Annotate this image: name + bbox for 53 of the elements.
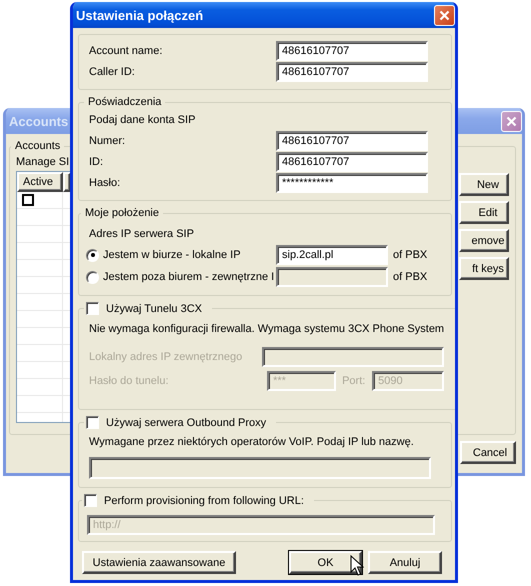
button[interactable]: Edit <box>459 201 509 224</box>
field-label: Hasło: <box>89 177 122 189</box>
input-field[interactable] <box>89 457 431 479</box>
input-field[interactable]: sip.2call.pl <box>276 245 388 265</box>
instruction-text: Podaj dane konta SIP <box>89 114 196 126</box>
close-icon <box>439 10 450 20</box>
checkbox-label[interactable]: Używaj serwera Outbound Proxy <box>104 416 268 428</box>
cancel-button[interactable]: Anuluj <box>368 551 442 574</box>
close-button[interactable] <box>501 110 522 132</box>
input-field[interactable] <box>262 347 444 367</box>
column-header[interactable]: Active <box>17 172 63 192</box>
window-title: Accounts <box>8 114 68 128</box>
button[interactable]: New <box>459 173 509 196</box>
input-field[interactable]: 48616107707 <box>276 62 428 82</box>
checkbox[interactable] <box>22 194 34 206</box>
field-label: Lokalny adres IP zewnętrznego <box>89 351 244 363</box>
field-label: Numer: <box>89 135 126 147</box>
group-label: Accounts <box>14 140 62 152</box>
input-field[interactable] <box>276 267 388 287</box>
field-label: Hasło do tunelu: <box>89 375 170 387</box>
description-text: Manage SI <box>16 156 70 168</box>
group-label: Poświadczenia <box>87 96 162 108</box>
input-field[interactable]: 48616107707 <box>276 41 428 61</box>
checkbox[interactable] <box>84 494 97 507</box>
option-label[interactable]: Jestem poza biurem - zewnętrzne I <box>99 271 276 283</box>
window-title: Ustawienia połączeń <box>75 8 204 22</box>
instruction-text: Adres IP serwera SIP <box>89 228 195 240</box>
description-text: Nie wymaga konfiguracji firewalla. Wymaga systemu 3CX Phone System <box>89 323 444 335</box>
field-label: Port: <box>341 375 366 387</box>
field-label: Account name: <box>89 45 164 57</box>
group-label: Moje położenie <box>84 207 160 219</box>
close-button[interactable] <box>434 4 455 26</box>
close-icon <box>506 116 517 126</box>
checkbox-label[interactable]: Perform provisioning from following URL: <box>102 494 306 506</box>
ok-button[interactable]: OK <box>289 551 362 574</box>
checkbox-label[interactable]: Używaj Tunelu 3CX <box>104 302 204 314</box>
suffix-label: of PBX <box>392 249 428 261</box>
checkbox[interactable] <box>86 302 99 315</box>
field-label: ID: <box>89 156 104 168</box>
field-label: Caller ID: <box>89 66 136 78</box>
input-field[interactable]: 48616107707 <box>276 131 428 151</box>
radio-button[interactable] <box>86 248 99 262</box>
suffix-label: of PBX <box>392 271 428 283</box>
input-field[interactable]: ************ <box>276 173 428 193</box>
checkbox[interactable] <box>86 416 99 429</box>
radio-button[interactable] <box>86 270 99 284</box>
option-label[interactable]: Jestem w biurze - lokalne IP <box>99 249 276 261</box>
button[interactable]: emove <box>459 229 509 252</box>
cursor-icon <box>350 555 364 577</box>
advanced-settings-button[interactable]: Ustawienia zaawansowane <box>82 551 236 574</box>
description-text: Wymagane przez niektórych operatorów VoIP. Podaj IP lub nazwę. <box>89 436 415 448</box>
button[interactable]: ft keys <box>459 257 509 280</box>
input-field[interactable]: 48616107707 <box>276 152 428 172</box>
